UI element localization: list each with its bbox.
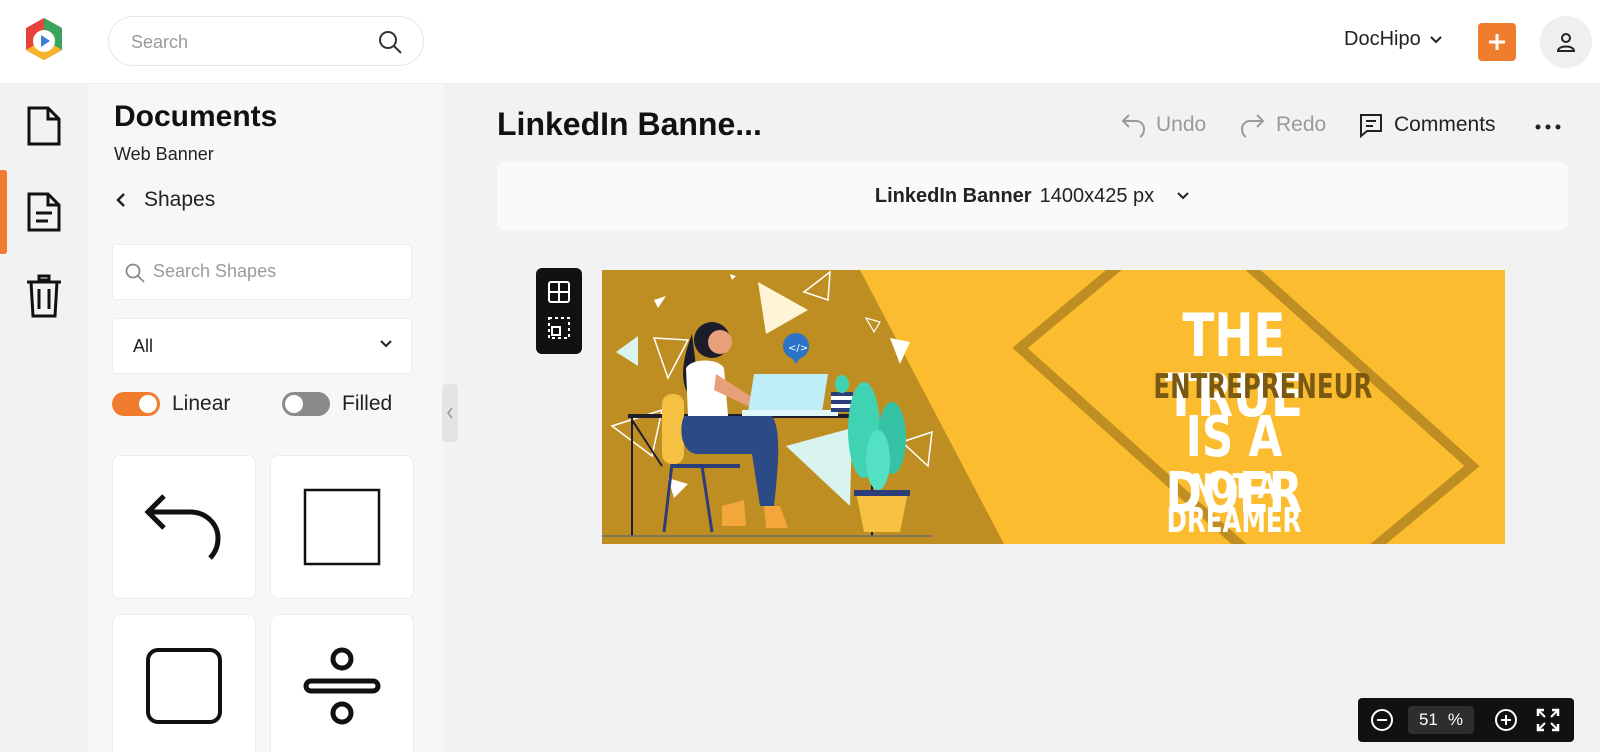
file-text-icon [27, 192, 61, 232]
zoom-unit: % [1447, 710, 1464, 729]
filled-toggle[interactable]: Filled [282, 392, 392, 416]
grid-layout-icon[interactable] [547, 280, 571, 304]
square-icon [303, 488, 381, 566]
filled-switch[interactable] [282, 392, 330, 416]
left-rail [0, 84, 88, 752]
comment-icon [1360, 114, 1382, 138]
comments-label: Comments [1394, 113, 1496, 136]
chevron-left-icon [447, 407, 453, 419]
shape-tile-square[interactable] [270, 455, 414, 599]
filled-label: Filled [342, 392, 393, 415]
undo-button[interactable]: Undo [1120, 112, 1206, 138]
rail-item-documents[interactable] [0, 84, 88, 168]
zoom-number: 51 [1418, 710, 1438, 729]
plus-icon [1489, 34, 1505, 50]
user-icon [1556, 33, 1576, 52]
rail-item-trash[interactable] [0, 254, 88, 338]
account-switcher[interactable]: DocHipo [1344, 28, 1443, 51]
zoom-out-button[interactable] [1370, 708, 1394, 732]
undo-arrow-icon [144, 494, 221, 560]
banner-artwork: </> [602, 270, 1480, 544]
panel-subtitle: Web Banner [114, 144, 214, 164]
size-name: LinkedIn Banner [874, 184, 1032, 207]
linear-label: Linear [172, 392, 231, 415]
svg-text:</>: </> [788, 343, 808, 354]
shape-search[interactable] [112, 244, 412, 300]
rounded-square-icon [146, 648, 222, 724]
comments-button[interactable]: Comments [1358, 112, 1496, 138]
panel-title: Documents [114, 100, 278, 133]
linear-switch[interactable] [112, 392, 160, 416]
search-icon [125, 263, 145, 288]
shape-tile-divide[interactable] [270, 614, 414, 752]
canvas-tools [536, 268, 582, 354]
chevron-down-icon [1429, 35, 1442, 43]
shape-tile-undo-arrow[interactable] [112, 455, 256, 599]
global-search[interactable] [108, 16, 424, 66]
divide-icon [303, 647, 381, 725]
user-avatar-button[interactable] [1540, 16, 1592, 68]
trash-icon [27, 274, 61, 318]
dochipo-logo[interactable] [22, 16, 66, 62]
rail-item-my-documents[interactable] [0, 170, 88, 254]
redo-label: Redo [1276, 113, 1327, 136]
search-icon[interactable] [377, 29, 403, 55]
create-new-button[interactable] [1478, 23, 1516, 61]
fullscreen-icon [1536, 708, 1560, 732]
redo-button[interactable]: Redo [1240, 112, 1326, 138]
minus-circle-icon [1371, 709, 1393, 731]
top-bar: DocHipo [0, 0, 1600, 84]
chevron-left-icon [116, 193, 125, 207]
fullscreen-button[interactable] [1536, 708, 1560, 732]
more-options-button[interactable] [1535, 118, 1561, 136]
document-title[interactable]: LinkedIn Banne... [497, 106, 762, 143]
banner-line-4[interactable]: NOT A DREAMER [1153, 470, 1314, 538]
undo-icon [1121, 114, 1146, 138]
shape-filter-select[interactable]: All [112, 318, 412, 374]
size-dimensions: 1400x425 px [1039, 184, 1155, 207]
redo-icon [1240, 114, 1265, 138]
shape-tile-rounded-square[interactable] [112, 614, 256, 752]
filter-value: All [133, 336, 154, 356]
zoom-in-button[interactable] [1494, 708, 1518, 732]
zoom-controls: 51 % [1358, 698, 1574, 742]
search-input[interactable] [131, 30, 361, 54]
banner-line-2[interactable]: ENTREPRENEUR [1153, 370, 1372, 404]
more-horizontal-icon [1535, 124, 1561, 130]
shapes-panel: Documents Web Banner Shapes All Linear F… [88, 84, 444, 752]
shape-search-input[interactable] [153, 261, 393, 282]
zoom-value[interactable]: 51 % [1408, 706, 1474, 734]
undo-label: Undo [1156, 113, 1207, 136]
chevron-down-icon [380, 340, 392, 348]
canvas-size-selector[interactable]: LinkedIn Banner 1400x425 px [497, 162, 1568, 230]
chevron-down-icon [1177, 192, 1189, 200]
select-area-icon[interactable] [547, 316, 571, 340]
document-icon [27, 106, 61, 146]
linear-toggle[interactable]: Linear [112, 392, 230, 416]
account-name: DocHipo [1344, 28, 1421, 50]
back-to-elements-button[interactable]: Shapes [116, 188, 215, 212]
banner-canvas[interactable]: </> THE TRUE ENTREPRENEUR IS A DOER NOT … [602, 270, 1505, 544]
section-title: Shapes [144, 188, 216, 211]
plus-circle-icon [1495, 709, 1517, 731]
collapse-panel-handle[interactable] [442, 384, 458, 442]
